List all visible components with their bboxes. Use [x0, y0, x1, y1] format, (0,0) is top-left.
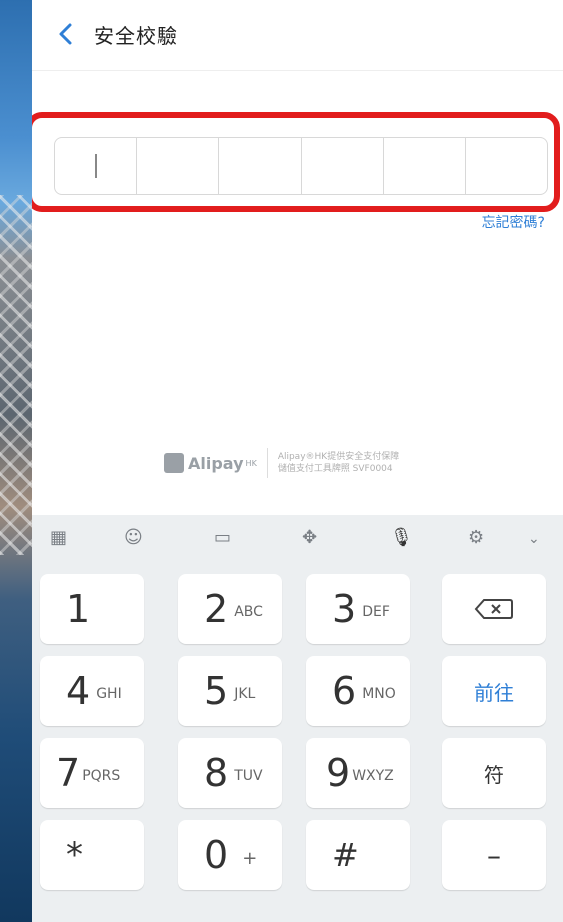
brand-divider	[266, 448, 268, 478]
key-1[interactable]: 1	[40, 574, 144, 644]
keyboard-grid-icon[interactable]: ▦	[50, 527, 67, 548]
brand-suffix: HK	[245, 458, 257, 468]
hash-key[interactable]: #	[306, 820, 410, 890]
page-title: 安全校驗	[94, 24, 178, 48]
alipay-logo-icon	[164, 453, 184, 473]
microphone-icon[interactable]: 🎙	[390, 527, 413, 548]
alipay-branding: Alipay HK Alipay®HK提供安全支付保障 儲值支付工具牌照 SVF…	[164, 448, 399, 478]
symbols-key[interactable]: 符	[442, 738, 546, 808]
pin-digit-5[interactable]	[384, 138, 466, 194]
back-arrow-icon[interactable]	[54, 22, 78, 46]
chevron-down-icon[interactable]: ⌄	[528, 531, 540, 547]
pin-input[interactable]	[54, 137, 548, 195]
key-3[interactable]: 3 DEF	[306, 574, 410, 644]
key-0[interactable]: 0 +	[178, 820, 282, 890]
text-cursor	[95, 154, 97, 178]
keyboard-toolbar: ▦ ☺ ▭ ✥ 🎙 ⚙ ⌄	[32, 515, 563, 565]
forgot-password-link[interactable]: 忘記密碼?	[482, 212, 545, 232]
pin-digit-4[interactable]	[302, 138, 384, 194]
brand-description: Alipay®HK提供安全支付保障 儲值支付工具牌照 SVF0004	[278, 451, 399, 475]
key-9[interactable]: 9 WXYZ	[306, 738, 410, 808]
key-4[interactable]: 4 GHI	[40, 656, 144, 726]
brand-desc-line1: Alipay®HK提供安全支付保障	[277, 452, 400, 462]
pin-digit-1[interactable]	[55, 138, 138, 194]
cursor-move-icon[interactable]: ✥	[302, 527, 317, 548]
settings-gear-icon[interactable]: ⚙	[468, 527, 484, 548]
pin-digit-2[interactable]	[137, 138, 220, 194]
phone-screen: 安全校驗 忘記密碼? Alipay HK Alipay®HK提供安全支付保障 儲…	[32, 0, 563, 922]
brand-desc-line2: 儲值支付工具牌照 SVF0004	[277, 464, 393, 474]
emoji-icon[interactable]: ☺	[124, 527, 143, 548]
key-7[interactable]: 7 PQRS	[40, 738, 144, 808]
numeric-keyboard: ▦ ☺ ▭ ✥ 🎙 ⚙ ⌄ 1 2 ABC 3 DEF 4 GHI 5 JKL …	[32, 515, 563, 922]
brand-name: Alipay	[188, 453, 244, 473]
pin-digit-3[interactable]	[219, 138, 302, 194]
minus-key[interactable]: –	[442, 820, 546, 890]
key-6[interactable]: 6 MNO	[306, 656, 410, 726]
star-key[interactable]: *	[40, 820, 144, 890]
pin-digit-6[interactable]	[466, 138, 547, 194]
key-8[interactable]: 8 TUV	[178, 738, 282, 808]
go-key[interactable]: 前往	[442, 656, 546, 726]
key-5[interactable]: 5 JKL	[178, 656, 282, 726]
clipboard-icon[interactable]: ▭	[214, 527, 231, 548]
header-bar: 安全校驗	[32, 0, 563, 71]
key-2[interactable]: 2 ABC	[178, 574, 282, 644]
backspace-key[interactable]	[442, 574, 546, 644]
backspace-icon	[474, 599, 513, 619]
